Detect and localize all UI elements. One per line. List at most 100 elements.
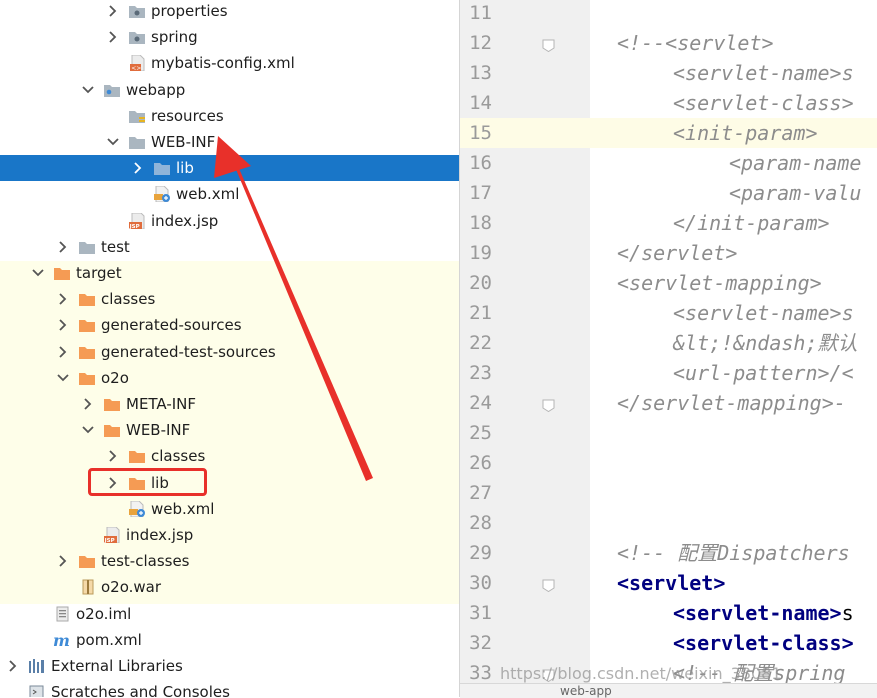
maven-pom-icon: m	[53, 631, 71, 650]
tree-row-index-jsp[interactable]: JSP index.jsp	[0, 522, 459, 548]
code-line[interactable]: </init-param>	[673, 208, 830, 238]
tree-row-label: properties	[151, 2, 228, 20]
tree-row-label: WEB-INF	[126, 421, 191, 440]
code-line[interactable]: <servlet-name>s	[673, 298, 854, 328]
tree-row-pom-xml[interactable]: m pom.xml	[0, 627, 459, 653]
tree-row-label: web.xml	[176, 185, 240, 204]
web-folder-icon	[103, 82, 121, 98]
line-number: 30	[469, 572, 492, 594]
tree-row-label: pom.xml	[76, 630, 142, 649]
fold-marker-icon[interactable]	[542, 577, 555, 593]
fold-marker-icon[interactable]	[542, 37, 555, 53]
tree-row-web-inf[interactable]: WEB-INF	[0, 129, 459, 155]
code-line[interactable]: <param-valu	[729, 178, 861, 208]
tree-row-web-xml[interactable]: web.xml	[0, 181, 459, 207]
code-editor[interactable]: 11 12 <!--<servlet> 13 <servlet-name>s 14 <ser…	[460, 0, 877, 697]
line-number: 26	[469, 452, 492, 474]
fold-marker-icon[interactable]	[542, 397, 555, 413]
chevron-right-icon[interactable]	[81, 397, 95, 411]
jsp-file-icon: JSP	[128, 212, 146, 230]
line-number: 18	[469, 212, 492, 234]
tree-row-label: External Libraries	[51, 657, 183, 675]
tree-row-resources[interactable]: resources	[0, 103, 459, 129]
chevron-right-icon[interactable]	[6, 659, 20, 673]
chevron-down-icon[interactable]	[31, 266, 45, 280]
tree-row-web-xml[interactable]: web.xml	[0, 496, 459, 522]
tree-row-index-jsp[interactable]: JSP index.jsp	[0, 208, 459, 234]
chevron-down-icon[interactable]	[56, 371, 70, 385]
code-line[interactable]: <!--<servlet>	[617, 28, 774, 58]
tree-row-web-inf[interactable]: WEB-INF	[0, 417, 459, 443]
code-line[interactable]: </servlet>	[617, 238, 737, 268]
code-text: <servlet-mapping>	[617, 271, 822, 295]
tree-row-classes[interactable]: classes	[0, 286, 459, 312]
chevron-down-icon[interactable]	[81, 83, 95, 97]
code-line[interactable]: <servlet-name>s	[673, 598, 854, 628]
tree-row-scratches-and-consoles[interactable]: Scratches and Consoles	[0, 679, 459, 697]
tree-row-label: test	[101, 237, 130, 256]
tree-row-properties[interactable]: properties	[0, 0, 459, 24]
xml-file-icon: <>	[128, 54, 146, 72]
chevron-right-icon[interactable]	[56, 240, 70, 254]
tree-row-test-classes[interactable]: test-classes	[0, 548, 459, 574]
breadcrumb[interactable]: web-app	[560, 684, 612, 698]
code-line[interactable]: &lt;!&ndash;默认	[673, 328, 858, 358]
code-line[interactable]: <param-name	[729, 148, 861, 178]
chevron-right-icon[interactable]	[106, 4, 120, 18]
svg-text:m: m	[53, 632, 70, 648]
chevron-right-icon[interactable]	[56, 554, 70, 568]
annotation-red-box	[88, 468, 207, 496]
tree-row-label: o2o.war	[101, 578, 162, 597]
tree-row-classes[interactable]: classes	[0, 443, 459, 469]
code-line[interactable]: </servlet-mapping>-	[617, 388, 846, 418]
line-number: 25	[469, 422, 492, 444]
status-bar: web-app	[460, 683, 877, 698]
tree-row-label: WEB-INF	[151, 133, 216, 151]
code-line[interactable]: <servlet-class>	[673, 628, 854, 658]
line-number: 23	[469, 362, 492, 384]
line-number: 12	[469, 32, 492, 54]
folder-icon	[153, 160, 171, 176]
tree-row-generated-sources[interactable]: generated-sources	[0, 312, 459, 338]
tree-row-lib[interactable]: lib	[0, 155, 459, 182]
chevron-down-icon[interactable]	[106, 135, 120, 149]
code-line[interactable]: <init-param>	[673, 118, 818, 148]
code-line[interactable]: <servlet-name>s	[673, 58, 854, 88]
svg-text:<>: <>	[131, 65, 141, 71]
tree-row-external-libraries[interactable]: External Libraries	[0, 653, 459, 679]
chevron-right-icon[interactable]	[106, 449, 120, 463]
code-line[interactable]: <!-- 配置Dispatchers	[617, 538, 850, 568]
chevron-right-icon[interactable]	[131, 161, 145, 175]
chevron-right-icon[interactable]	[56, 292, 70, 306]
web-xml-icon	[128, 500, 146, 518]
chevron-down-icon[interactable]	[81, 423, 95, 437]
libraries-icon	[28, 658, 46, 674]
tree-row-lib[interactable]: lib	[0, 470, 459, 496]
tree-row-generated-test-sources[interactable]: generated-test-sources	[0, 339, 459, 365]
code-text: <servlet-class>	[673, 631, 854, 655]
chevron-right-icon[interactable]	[56, 345, 70, 359]
code-line[interactable]: <servlet>	[617, 568, 725, 598]
orange-folder-icon	[78, 291, 96, 307]
tree-row-label: test-classes	[101, 552, 190, 571]
code-text: <param-name	[729, 151, 862, 175]
tree-row-meta-inf[interactable]: META-INF	[0, 391, 459, 417]
code-line[interactable]: <servlet-class>	[673, 88, 854, 118]
code-text: <servlet-name>s	[673, 61, 854, 85]
tree-row-o2o-iml[interactable]: o2o.iml	[0, 601, 459, 627]
tree-row-label: lib	[176, 159, 194, 178]
tree-row-mybatis-config-xml[interactable]: <> mybatis-config.xml	[0, 50, 459, 76]
tree-row-target[interactable]: target	[0, 260, 459, 286]
code-line[interactable]: <servlet-mapping>	[617, 268, 822, 298]
code-text: <!--<servlet>	[617, 31, 774, 55]
code-line[interactable]: <url-pattern>/<	[673, 358, 854, 388]
chevron-right-icon[interactable]	[106, 30, 120, 44]
line-number: 11	[469, 2, 492, 24]
tree-row-webapp[interactable]: webapp	[0, 77, 459, 103]
chevron-right-icon[interactable]	[56, 318, 70, 332]
tree-row-o2o-war[interactable]: o2o.war	[0, 574, 459, 600]
tree-row-o2o[interactable]: o2o	[0, 365, 459, 391]
tree-row-spring[interactable]: spring	[0, 24, 459, 50]
war-file-icon	[78, 579, 96, 595]
tree-row-test[interactable]: test	[0, 234, 459, 260]
